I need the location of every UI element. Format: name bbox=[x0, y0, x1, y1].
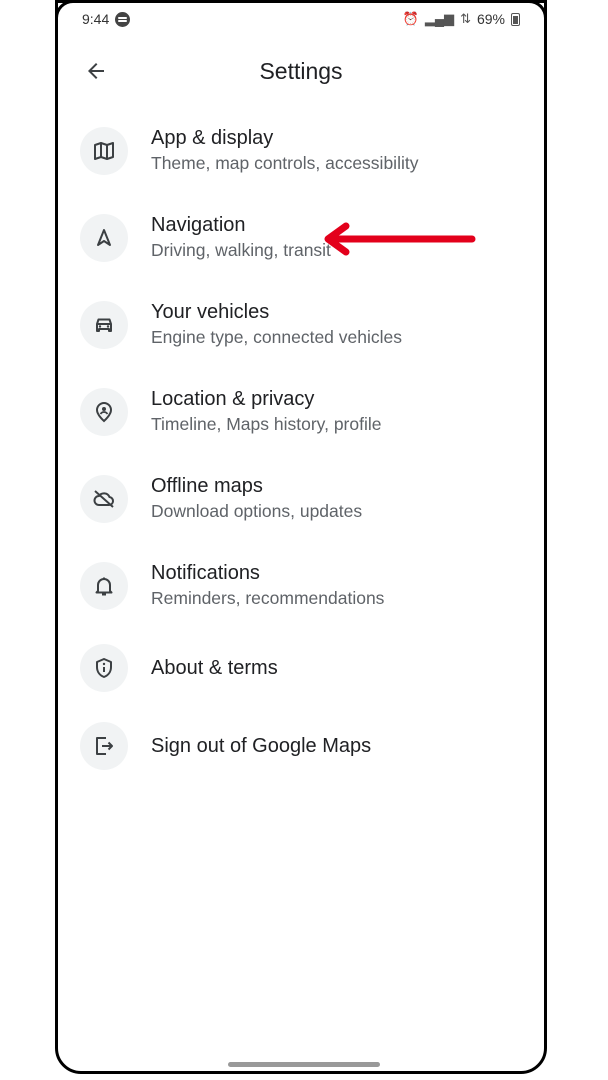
icon-circle bbox=[80, 561, 128, 610]
item-title: Notifications bbox=[151, 562, 260, 584]
item-title: About & terms bbox=[151, 657, 278, 679]
item-subtitle: Reminders, recommendations bbox=[151, 588, 385, 608]
navigation-icon bbox=[97, 228, 111, 246]
item-title: App & display bbox=[151, 127, 274, 149]
item-title: Location & privacy bbox=[151, 388, 315, 410]
item-subtitle: Download options, updates bbox=[151, 501, 363, 521]
setting-offline-maps[interactable]: Offline maps Download options, updates bbox=[58, 455, 544, 542]
header: Settings bbox=[58, 43, 544, 99]
status-time: 9:44 bbox=[82, 11, 110, 27]
battery-icon bbox=[511, 12, 520, 26]
icon-circle bbox=[80, 126, 128, 175]
map-icon bbox=[94, 141, 114, 160]
signal-icon: ▂▄▆ bbox=[424, 11, 455, 26]
setting-sign-out[interactable]: Sign out of Google Maps bbox=[58, 707, 544, 785]
item-title: Offline maps bbox=[151, 475, 263, 497]
icon-circle bbox=[80, 387, 128, 436]
icon-circle bbox=[80, 644, 128, 692]
battery-percent: 69% bbox=[476, 11, 505, 27]
settings-list: App & display Theme, map controls, acces… bbox=[58, 107, 544, 785]
back-button[interactable] bbox=[78, 53, 114, 89]
icon-circle bbox=[80, 213, 128, 262]
item-text: Your vehicles Engine type, connected veh… bbox=[151, 300, 524, 349]
phone-frame: 9:44 ⏰ ▂▄▆ ⇅ 69% Settings App & display … bbox=[55, 0, 547, 1074]
setting-location-privacy[interactable]: Location & privacy Timeline, Maps histor… bbox=[58, 368, 544, 455]
alarm-icon: ⏰ bbox=[402, 11, 419, 26]
status-right: ⏰ ▂▄▆ ⇅ 69% bbox=[403, 11, 520, 27]
icon-circle bbox=[80, 474, 128, 523]
setting-about-terms[interactable]: About & terms bbox=[58, 629, 544, 707]
cloud-off-icon bbox=[93, 489, 114, 508]
setting-your-vehicles[interactable]: Your vehicles Engine type, connected veh… bbox=[58, 281, 544, 368]
icon-circle bbox=[80, 722, 128, 770]
spotify-icon bbox=[115, 11, 131, 27]
item-subtitle: Theme, map controls, accessibility bbox=[151, 153, 419, 173]
bell-icon bbox=[95, 577, 113, 595]
logout-icon bbox=[96, 737, 113, 755]
item-text: About & terms bbox=[151, 656, 524, 680]
item-title: Your vehicles bbox=[151, 301, 270, 323]
red-arrow-annotation bbox=[324, 222, 476, 256]
setting-app-display[interactable]: App & display Theme, map controls, acces… bbox=[58, 107, 544, 194]
location-privacy-icon bbox=[95, 401, 113, 422]
status-left: 9:44 bbox=[82, 11, 131, 27]
arrow-back-icon bbox=[88, 63, 104, 79]
setting-notifications[interactable]: Notifications Reminders, recommendations bbox=[58, 542, 544, 629]
home-indicator[interactable] bbox=[228, 1062, 380, 1067]
shield-info-icon bbox=[96, 658, 112, 678]
item-text: App & display Theme, map controls, acces… bbox=[151, 126, 524, 175]
item-text: Notifications Reminders, recommendations bbox=[151, 561, 524, 610]
item-text: Offline maps Download options, updates bbox=[151, 474, 524, 523]
item-subtitle: Engine type, connected vehicles bbox=[151, 327, 402, 347]
data-icon: ⇅ bbox=[460, 11, 471, 26]
item-text: Sign out of Google Maps bbox=[151, 734, 524, 758]
car-icon bbox=[96, 318, 112, 332]
item-subtitle: Timeline, Maps history, profile bbox=[151, 414, 382, 434]
page-title: Settings bbox=[259, 57, 343, 84]
status-bar: 9:44 ⏰ ▂▄▆ ⇅ 69% bbox=[58, 3, 544, 35]
item-title: Sign out of Google Maps bbox=[151, 735, 372, 757]
item-text: Location & privacy Timeline, Maps histor… bbox=[151, 387, 524, 436]
icon-circle bbox=[80, 300, 128, 349]
